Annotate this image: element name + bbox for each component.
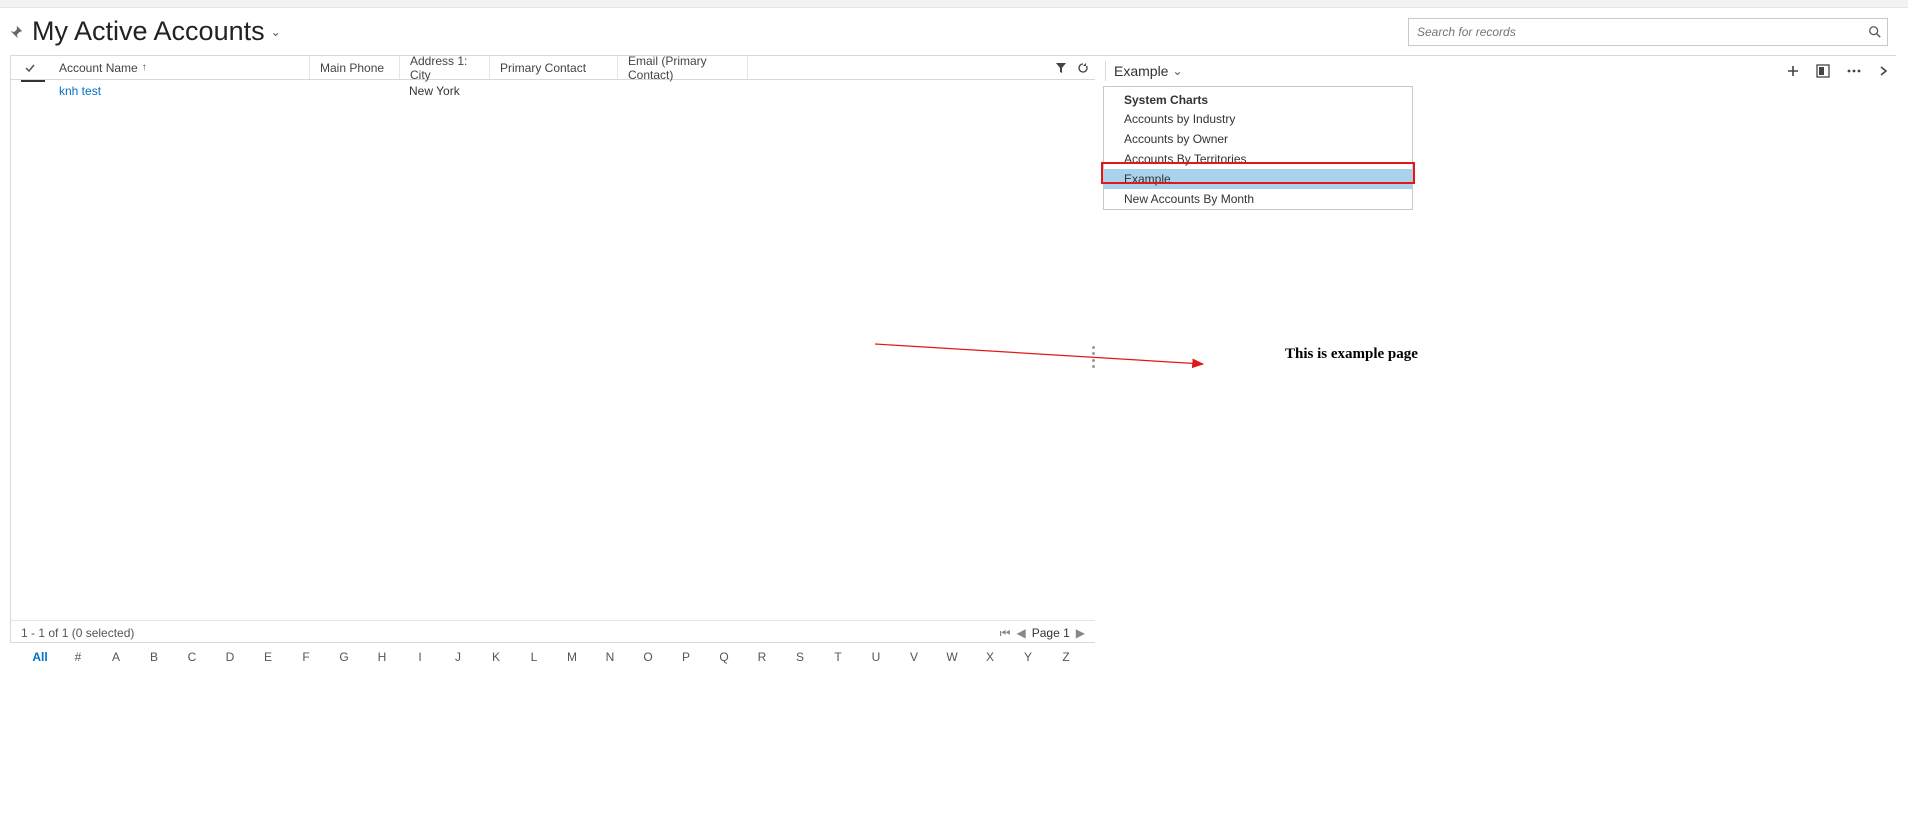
grid-panel: Account Name ↑ Main Phone Address 1: Cit…: [10, 55, 1095, 643]
alpha-e[interactable]: E: [249, 650, 287, 664]
splitter-handle[interactable]: [1092, 346, 1096, 368]
chart-panel: Example ⌄ System Charts Accounts: [1095, 55, 1896, 643]
top-divider: [0, 0, 1908, 8]
alpha-l[interactable]: L: [515, 650, 553, 664]
chart-option-accounts-by-owner[interactable]: Accounts by Owner: [1104, 129, 1412, 149]
chevron-down-icon: ⌄: [271, 25, 281, 39]
view-title-text: My Active Accounts: [32, 16, 265, 47]
sort-asc-icon: ↑: [142, 62, 147, 73]
alpha-#[interactable]: #: [59, 650, 97, 664]
search-wrap: [1408, 18, 1888, 46]
first-page-button[interactable]: ⏮: [1000, 626, 1011, 641]
alpha-p[interactable]: P: [667, 650, 705, 664]
alpha-d[interactable]: D: [211, 650, 249, 664]
alpha-f[interactable]: F: [287, 650, 325, 664]
pin-icon[interactable]: [8, 24, 24, 40]
chart-toolbar: [1786, 64, 1888, 78]
alpha-t[interactable]: T: [819, 650, 857, 664]
dropdown-section-title: System Charts: [1104, 87, 1412, 109]
page-label: Page 1: [1032, 626, 1070, 640]
refresh-icon[interactable]: [1077, 62, 1089, 74]
chart-header: Example ⌄: [1095, 56, 1896, 86]
alpha-i[interactable]: I: [401, 650, 439, 664]
alpha-k[interactable]: K: [477, 650, 515, 664]
chart-option-new-accounts-by-month[interactable]: New Accounts By Month: [1104, 189, 1412, 209]
grid-header: Account Name ↑ Main Phone Address 1: Cit…: [11, 56, 1095, 80]
page-header: My Active Accounts ⌄: [0, 8, 1908, 55]
chart-selected-label: Example: [1114, 63, 1168, 79]
table-row[interactable]: knh test New York: [11, 80, 1095, 102]
chart-body-text: This is example page: [1285, 346, 1418, 363]
view-selector[interactable]: My Active Accounts ⌄: [32, 16, 281, 47]
chart-option-accounts-by-territories[interactable]: Accounts By Territories: [1104, 149, 1412, 169]
alpha-r[interactable]: R: [743, 650, 781, 664]
add-chart-button[interactable]: [1786, 64, 1800, 78]
chart-dropdown: System Charts Accounts by IndustryAccoun…: [1103, 86, 1413, 210]
grid-body: knh test New York: [11, 80, 1095, 620]
alpha-y[interactable]: Y: [1009, 650, 1047, 664]
alpha-b[interactable]: B: [135, 650, 173, 664]
more-chart-button[interactable]: [1846, 64, 1862, 78]
alpha-j[interactable]: J: [439, 650, 477, 664]
status-row: 1 - 1 of 1 (0 selected) ⏮ ◀ Page 1 ▶: [11, 621, 1095, 645]
account-link[interactable]: knh test: [59, 84, 101, 98]
select-all-checkbox[interactable]: [11, 56, 49, 79]
alpha-filter: All#ABCDEFGHIJKLMNOPQRSTUVWXYZ: [11, 645, 1095, 669]
chart-option-example[interactable]: Example: [1104, 169, 1412, 189]
search-input[interactable]: [1408, 18, 1888, 46]
column-header-phone[interactable]: Main Phone: [309, 56, 399, 79]
alpha-w[interactable]: W: [933, 650, 971, 664]
alpha-n[interactable]: N: [591, 650, 629, 664]
chart-option-accounts-by-industry[interactable]: Accounts by Industry: [1104, 109, 1412, 129]
alpha-v[interactable]: V: [895, 650, 933, 664]
chevron-down-icon: ⌄: [1172, 64, 1182, 78]
alpha-o[interactable]: O: [629, 650, 667, 664]
alpha-s[interactable]: S: [781, 650, 819, 664]
expand-chart-button[interactable]: [1816, 64, 1830, 78]
alpha-q[interactable]: Q: [705, 650, 743, 664]
alpha-g[interactable]: G: [325, 650, 363, 664]
prev-page-button[interactable]: ◀: [1016, 626, 1025, 640]
alpha-all[interactable]: All: [21, 650, 59, 664]
record-count: 1 - 1 of 1 (0 selected): [21, 626, 134, 640]
column-header-contact[interactable]: Primary Contact: [489, 56, 617, 79]
filter-icon[interactable]: [1055, 62, 1067, 74]
chart-selector[interactable]: Example ⌄: [1105, 61, 1183, 81]
alpha-c[interactable]: C: [173, 650, 211, 664]
next-page-button[interactable]: ▶: [1076, 626, 1085, 640]
alpha-m[interactable]: M: [553, 650, 591, 664]
cell-city: New York: [399, 84, 489, 98]
pager: ⏮ ◀ Page 1 ▶: [1000, 626, 1085, 641]
alpha-h[interactable]: H: [363, 650, 401, 664]
alpha-a[interactable]: A: [97, 650, 135, 664]
alpha-x[interactable]: X: [971, 650, 1009, 664]
collapse-chart-button[interactable]: [1878, 64, 1888, 78]
alpha-z[interactable]: Z: [1047, 650, 1085, 664]
row-select-indicator: [21, 80, 45, 82]
column-header-name[interactable]: Account Name ↑: [49, 56, 309, 79]
alpha-u[interactable]: U: [857, 650, 895, 664]
column-header-email[interactable]: Email (Primary Contact): [617, 56, 747, 79]
column-header-city[interactable]: Address 1: City: [399, 56, 489, 79]
